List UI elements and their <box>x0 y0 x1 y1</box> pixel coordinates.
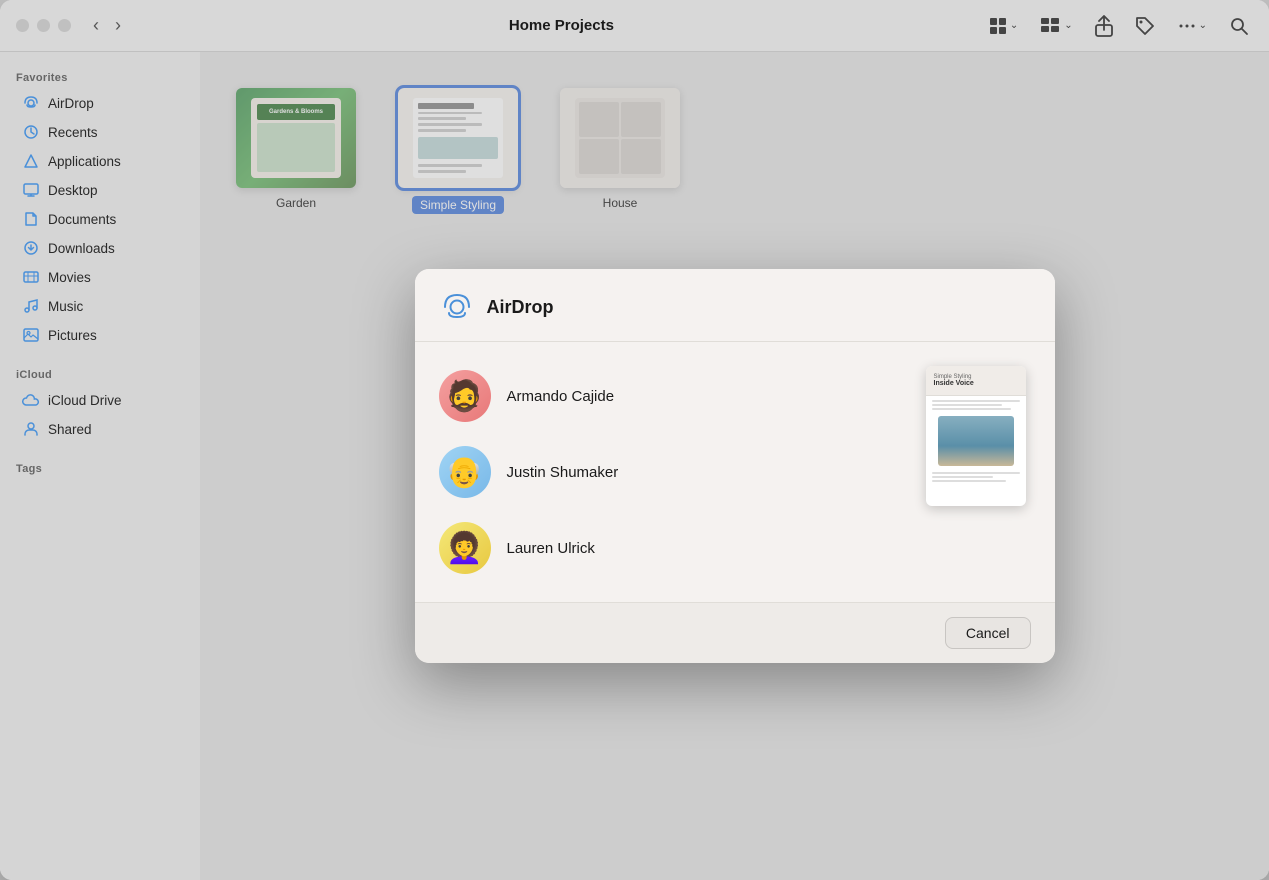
forward-button[interactable]: › <box>109 11 127 40</box>
title-bar: ‹ › Home Projects ⌄ <box>0 0 1269 52</box>
file-preview: Simple Styling Inside Voice <box>921 358 1031 506</box>
toolbar-right: ⌄ ⌄ <box>984 11 1253 41</box>
recipient-lauren[interactable]: 👩‍🦱 Lauren Ulrick <box>439 510 901 586</box>
close-button[interactable] <box>16 19 29 32</box>
airdrop-icon <box>22 94 40 112</box>
sidebar-item-applications[interactable]: Applications <box>6 147 194 175</box>
tag-icon <box>1135 16 1155 36</box>
more-button[interactable]: ⌄ <box>1173 12 1211 40</box>
recents-label: Recents <box>48 125 98 140</box>
sidebar-item-shared[interactable]: Shared <box>6 415 194 443</box>
preview-body <box>926 396 1026 506</box>
nav-buttons: ‹ › <box>87 11 127 40</box>
documents-icon <box>22 210 40 228</box>
recents-icon <box>22 123 40 141</box>
sidebar-item-airdrop[interactable]: AirDrop <box>6 89 194 117</box>
preview-image <box>938 416 1014 466</box>
preview-line-2 <box>932 404 1002 406</box>
maximize-button[interactable] <box>58 19 71 32</box>
sidebar-item-documents[interactable]: Documents <box>6 205 194 233</box>
group-icon <box>1040 17 1062 35</box>
music-label: Music <box>48 299 83 314</box>
icloud-drive-label: iCloud Drive <box>48 393 122 408</box>
sidebar-item-pictures[interactable]: Pictures <box>6 321 194 349</box>
music-icon <box>22 297 40 315</box>
search-icon <box>1229 16 1249 36</box>
lauren-name: Lauren Ulrick <box>507 540 595 557</box>
back-button[interactable]: ‹ <box>87 11 105 40</box>
sidebar-item-desktop[interactable]: Desktop <box>6 176 194 204</box>
dialog-header: AirDrop <box>415 269 1055 341</box>
pictures-icon <box>22 326 40 344</box>
tags-section-title: Tags <box>0 455 200 479</box>
grid-icon <box>988 16 1008 36</box>
sidebar-item-recents[interactable]: Recents <box>6 118 194 146</box>
cancel-button[interactable]: Cancel <box>945 617 1031 649</box>
lauren-emoji: 👩‍🦱 <box>446 531 483 566</box>
finder-window: ‹ › Home Projects ⌄ <box>0 0 1269 880</box>
justin-name: Justin Shumaker <box>507 464 619 481</box>
armando-emoji: 🧔 <box>446 379 483 414</box>
documents-label: Documents <box>48 212 116 227</box>
tag-button[interactable] <box>1131 12 1159 40</box>
sidebar-item-downloads[interactable]: Downloads <box>6 234 194 262</box>
preview-card: Simple Styling Inside Voice <box>926 366 1026 506</box>
armando-name: Armando Cajide <box>507 388 615 405</box>
applications-label: Applications <box>48 154 121 169</box>
preview-line-1 <box>932 400 1020 402</box>
desktop-label: Desktop <box>48 183 98 198</box>
airdrop-label: AirDrop <box>48 96 94 111</box>
share-button[interactable] <box>1091 11 1117 41</box>
main-area: Favorites AirDrop <box>0 52 1269 880</box>
avatar-justin: 👴 <box>439 446 491 498</box>
window-title: Home Projects <box>139 17 984 34</box>
recipient-armando[interactable]: 🧔 Armando Cajide <box>439 358 901 434</box>
preview-line-4 <box>932 472 1020 474</box>
icloud-drive-icon <box>22 391 40 409</box>
recipients-list: 🧔 Armando Cajide 👴 Justin Shumaker <box>439 358 901 586</box>
dialog-body: 🧔 Armando Cajide 👴 Justin Shumaker <box>415 342 1055 602</box>
ellipsis-icon <box>1177 16 1197 36</box>
preview-line-3 <box>932 408 1011 410</box>
icloud-section-title: iCloud <box>0 361 200 385</box>
traffic-lights <box>16 19 71 32</box>
recipient-justin[interactable]: 👴 Justin Shumaker <box>439 434 901 510</box>
sidebar-item-music[interactable]: Music <box>6 292 194 320</box>
movies-icon <box>22 268 40 286</box>
preview-subtitle: Inside Voice <box>934 380 1018 387</box>
applications-icon <box>22 152 40 170</box>
sidebar-item-movies[interactable]: Movies <box>6 263 194 291</box>
downloads-label: Downloads <box>48 241 115 256</box>
avatar-armando: 🧔 <box>439 370 491 422</box>
preview-line-5 <box>932 476 994 478</box>
sidebar: Favorites AirDrop <box>0 52 200 880</box>
airdrop-dialog-icon <box>439 289 475 325</box>
file-area: Gardens & Blooms Garden <box>200 52 1269 880</box>
justin-emoji: 👴 <box>446 455 483 490</box>
shared-label: Shared <box>48 422 92 437</box>
view-toggle-button[interactable]: ⌄ <box>984 12 1022 40</box>
preview-couch-image <box>938 416 1014 466</box>
pictures-label: Pictures <box>48 328 97 343</box>
preview-card-header: Simple Styling Inside Voice <box>926 366 1026 396</box>
dialog-title: AirDrop <box>487 297 554 318</box>
group-button[interactable]: ⌄ <box>1036 13 1076 39</box>
favorites-section-title: Favorites <box>0 64 200 88</box>
preview-line-6 <box>932 480 1007 482</box>
desktop-icon <box>22 181 40 199</box>
airdrop-dialog: AirDrop 🧔 Armando Cajide <box>415 269 1055 663</box>
movies-label: Movies <box>48 270 91 285</box>
dialog-footer: Cancel <box>415 602 1055 663</box>
avatar-lauren: 👩‍🦱 <box>439 522 491 574</box>
sidebar-item-icloud-drive[interactable]: iCloud Drive <box>6 386 194 414</box>
minimize-button[interactable] <box>37 19 50 32</box>
share-icon <box>1095 15 1113 37</box>
downloads-icon <box>22 239 40 257</box>
shared-icon <box>22 420 40 438</box>
search-button[interactable] <box>1225 12 1253 40</box>
dialog-overlay: AirDrop 🧔 Armando Cajide <box>200 52 1269 880</box>
